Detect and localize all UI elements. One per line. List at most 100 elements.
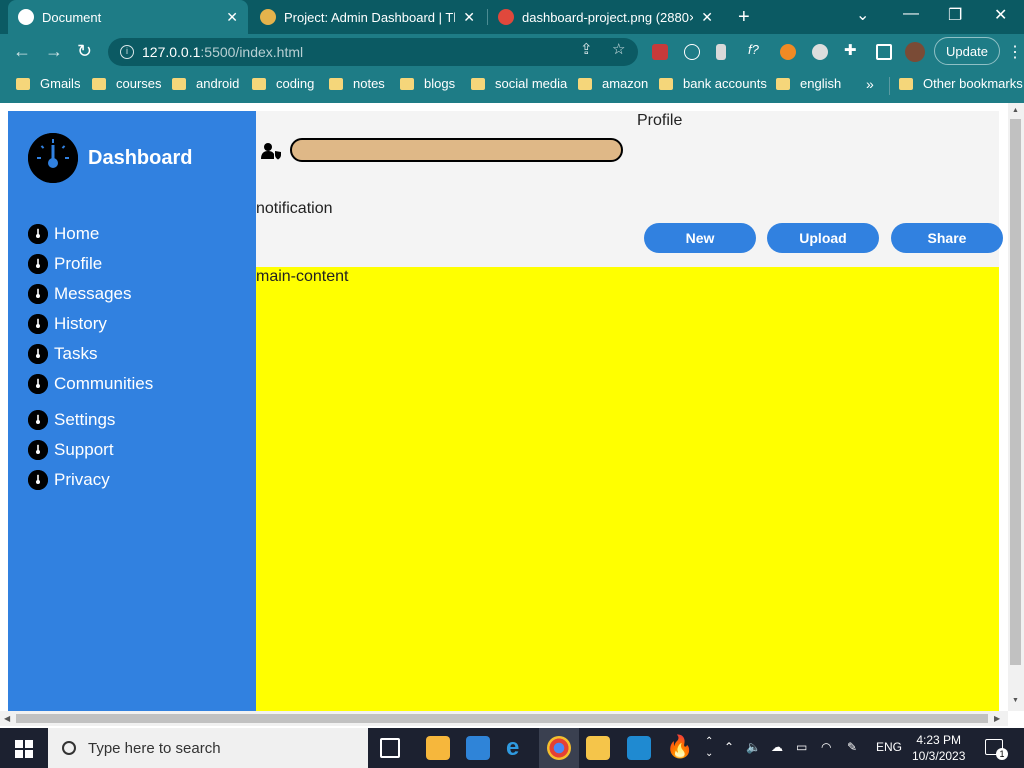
tab-search-icon[interactable]: ⌄ bbox=[856, 5, 869, 25]
bookmark-other[interactable]: Other bookmarks bbox=[899, 76, 1023, 91]
scroll-down-icon[interactable]: ▼ bbox=[1012, 697, 1019, 704]
close-icon[interactable]: ✕ bbox=[463, 9, 475, 26]
bookmark-label: amazon bbox=[602, 76, 649, 91]
tab-document[interactable]: Document ✕ bbox=[8, 0, 248, 34]
store-icon[interactable] bbox=[426, 736, 450, 760]
battery-icon[interactable]: ▭ bbox=[796, 740, 807, 754]
extension-orange-icon[interactable] bbox=[780, 44, 796, 60]
bookmark-notes[interactable]: notes bbox=[329, 76, 385, 91]
taskbar-search[interactable]: Type here to search bbox=[48, 728, 368, 768]
menu-icon[interactable]: ⋮ bbox=[1007, 42, 1023, 62]
close-icon[interactable]: ✕ bbox=[226, 9, 238, 26]
sidebar-item-settings[interactable]: Settings bbox=[28, 405, 153, 435]
bookmark-social-media[interactable]: social media bbox=[471, 76, 567, 91]
window-close-icon[interactable]: ✕ bbox=[994, 5, 1007, 25]
pen-icon[interactable]: ✎ bbox=[847, 740, 857, 754]
gauge-icon bbox=[28, 224, 48, 244]
user-shield-icon bbox=[261, 142, 283, 165]
horizontal-scroll-thumb[interactable] bbox=[16, 714, 988, 723]
clock-date: 10/3/2023 bbox=[912, 749, 966, 763]
more-bookmarks-icon[interactable]: » bbox=[866, 76, 874, 92]
bookmark-amazon[interactable]: amazon bbox=[578, 76, 648, 91]
horizontal-scrollbar[interactable]: ◀ ▶ bbox=[0, 711, 1008, 726]
vscode-icon[interactable] bbox=[627, 736, 651, 760]
tab-dashboard-png[interactable]: dashboard-project.png (2880×2000) ✕ bbox=[488, 0, 723, 34]
avatar[interactable] bbox=[905, 42, 925, 62]
sidebar-item-history[interactable]: History bbox=[28, 309, 153, 339]
bookmark-bank-accounts[interactable]: bank accounts bbox=[659, 76, 767, 91]
back-icon[interactable]: ← bbox=[13, 41, 31, 62]
task-view-icon[interactable] bbox=[380, 738, 400, 758]
bookmark-english[interactable]: english bbox=[776, 76, 841, 91]
sidebar-item-support[interactable]: Support bbox=[28, 435, 153, 465]
extension-face-icon[interactable] bbox=[812, 44, 828, 60]
sidebar-item-privacy[interactable]: Privacy bbox=[28, 465, 153, 495]
bookmark-courses[interactable]: courses bbox=[92, 76, 162, 91]
scroll-right-icon[interactable]: ▶ bbox=[994, 714, 1000, 723]
side-panel-icon[interactable] bbox=[876, 44, 892, 60]
bookmark-gmails[interactable]: Gmails bbox=[16, 76, 80, 91]
minimize-icon[interactable]: — bbox=[903, 5, 919, 23]
extension-book-icon[interactable] bbox=[652, 44, 668, 60]
sidebar-item-messages[interactable]: Messages bbox=[28, 279, 153, 309]
tab-title: Project: Admin Dashboard | The Odin Proj… bbox=[284, 9, 455, 25]
main-content: main-content bbox=[256, 267, 999, 711]
windows-taskbar: Type here to search e 🔥 ⌃ ⌄ ⌃ 🔈 ☁ ▭ ◠ ✎ E… bbox=[0, 728, 1024, 768]
new-tab-icon[interactable]: + bbox=[738, 6, 750, 29]
puzzle-icon[interactable]: ✚ bbox=[844, 41, 860, 59]
chrome-icon[interactable] bbox=[547, 736, 571, 760]
forward-icon[interactable]: → bbox=[45, 41, 63, 62]
brand[interactable]: Dashboard bbox=[28, 133, 192, 183]
extension-icon[interactable] bbox=[716, 44, 726, 60]
speaker-icon[interactable]: 🔈 bbox=[746, 740, 761, 754]
gauge-icon bbox=[28, 440, 48, 460]
page-header: Profile notification New Upload Share bbox=[256, 111, 1003, 267]
folder-icon bbox=[659, 77, 673, 90]
share-icon[interactable]: ⇪ bbox=[580, 40, 593, 58]
system-clock[interactable]: 4:23 PM 10/3/2023 bbox=[912, 732, 965, 764]
edge-icon[interactable]: e bbox=[506, 734, 530, 761]
folder-icon bbox=[400, 77, 414, 90]
vertical-scroll-thumb[interactable] bbox=[1010, 119, 1021, 665]
brand-title: Dashboard bbox=[88, 146, 193, 169]
onedrive-icon[interactable]: ☁ bbox=[771, 740, 783, 754]
close-icon[interactable]: ✕ bbox=[701, 9, 713, 26]
restore-icon[interactable]: ❐ bbox=[948, 5, 962, 25]
profile-label: Profile bbox=[637, 112, 683, 129]
bookmark-star-icon[interactable]: ☆ bbox=[612, 40, 625, 58]
upload-button[interactable]: Upload bbox=[767, 223, 879, 253]
tray-scroll-icon[interactable]: ⌃ ⌄ bbox=[705, 736, 713, 760]
tab-odin-project[interactable]: Project: Admin Dashboard | The Odin Proj… bbox=[250, 0, 485, 34]
search-input[interactable] bbox=[290, 138, 623, 162]
function-icon[interactable]: f? bbox=[748, 42, 764, 58]
notification-center-icon[interactable]: 1 bbox=[985, 739, 1008, 760]
bookmark-label: social media bbox=[495, 76, 568, 91]
flame-icon[interactable]: 🔥 bbox=[666, 734, 693, 759]
bookmark-coding[interactable]: coding bbox=[252, 76, 314, 91]
sidebar-item-profile[interactable]: Profile bbox=[28, 249, 153, 279]
mail-icon[interactable] bbox=[466, 736, 490, 760]
notification-label: notification bbox=[256, 200, 333, 217]
sidebar-item-home[interactable]: Home bbox=[28, 219, 153, 249]
sidebar-item-communities[interactable]: Communities bbox=[28, 369, 153, 399]
scroll-left-icon[interactable]: ◀ bbox=[4, 714, 10, 723]
sidebar-item-tasks[interactable]: Tasks bbox=[28, 339, 153, 369]
bookmark-blogs[interactable]: blogs bbox=[400, 76, 455, 91]
vertical-scrollbar[interactable]: ▲ ▼ bbox=[1008, 103, 1024, 711]
wifi-icon[interactable]: ◠ bbox=[821, 740, 831, 754]
language-indicator[interactable]: ENG bbox=[876, 740, 902, 754]
tray-chevron-icon[interactable]: ⌃ bbox=[724, 740, 734, 754]
gauge-icon bbox=[28, 344, 48, 364]
address-bar[interactable]: i 127.0.0.1:5500/index.html bbox=[108, 38, 638, 66]
update-button[interactable]: Update bbox=[934, 37, 1000, 65]
bookmark-label: courses bbox=[116, 76, 162, 91]
new-button[interactable]: New bbox=[644, 223, 756, 253]
info-icon[interactable]: i bbox=[120, 45, 134, 59]
file-explorer-icon[interactable] bbox=[586, 736, 610, 760]
react-devtools-icon[interactable] bbox=[684, 44, 700, 60]
share-button[interactable]: Share bbox=[891, 223, 1003, 253]
reload-icon[interactable]: ↻ bbox=[77, 41, 92, 62]
windows-start-icon[interactable] bbox=[15, 740, 33, 758]
bookmark-android[interactable]: android bbox=[172, 76, 239, 91]
scroll-up-icon[interactable]: ▲ bbox=[1012, 107, 1019, 114]
